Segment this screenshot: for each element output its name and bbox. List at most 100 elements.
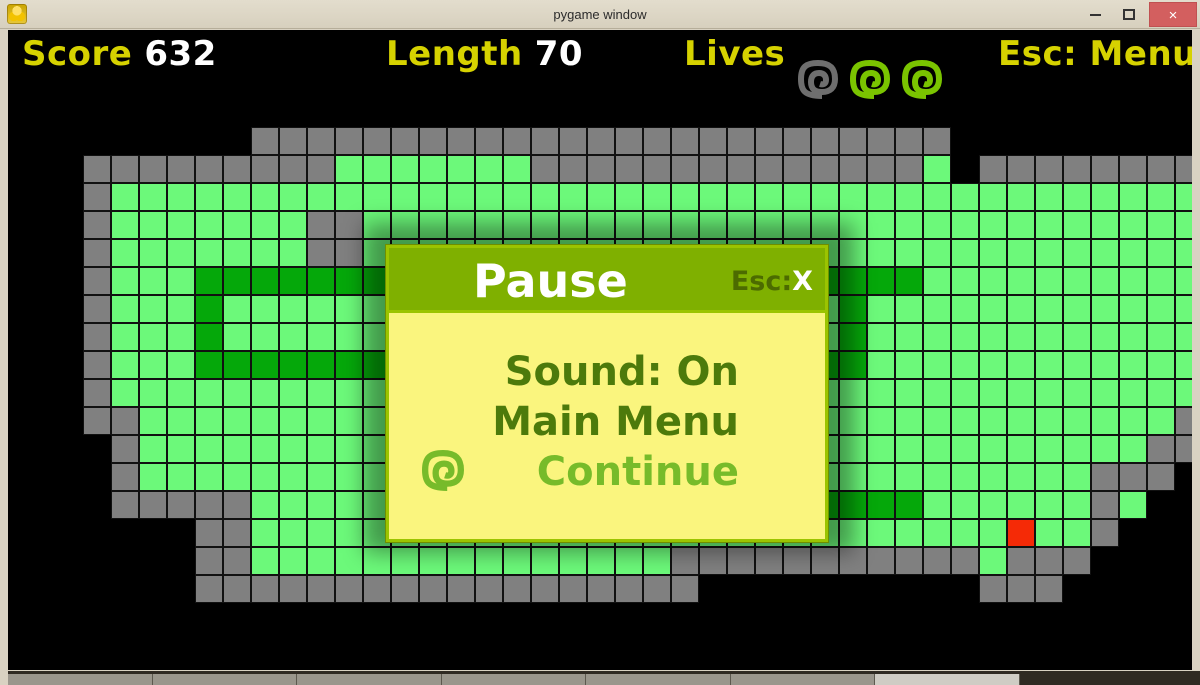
menu-item-continue[interactable]: Continue bbox=[537, 449, 739, 495]
grid-cell-floor bbox=[1091, 351, 1119, 379]
grid-cell-floor bbox=[251, 407, 279, 435]
grid-cell-floor bbox=[895, 463, 923, 491]
grid-cell-wall bbox=[307, 127, 335, 155]
grid-cell-floor bbox=[195, 211, 223, 239]
grid-cell-floor bbox=[1091, 211, 1119, 239]
grid-cell-snake bbox=[195, 267, 223, 295]
grid-cell-floor bbox=[923, 519, 951, 547]
grid-cell-wall bbox=[559, 155, 587, 183]
grid-cell-floor bbox=[1007, 463, 1035, 491]
grid-cell-floor bbox=[1007, 379, 1035, 407]
grid-cell-floor bbox=[279, 547, 307, 575]
grid-cell-floor bbox=[447, 155, 475, 183]
grid-cell-floor bbox=[923, 379, 951, 407]
grid-cell-floor bbox=[1035, 323, 1063, 351]
menu-item-main-menu[interactable]: Main Menu bbox=[492, 399, 739, 445]
taskbar-item[interactable] bbox=[586, 674, 731, 685]
grid-cell-floor bbox=[111, 267, 139, 295]
grid-cell-wall bbox=[671, 575, 699, 603]
grid-cell-floor bbox=[895, 435, 923, 463]
grid-cell-floor bbox=[1091, 183, 1119, 211]
grid-cell-floor bbox=[1007, 351, 1035, 379]
grid-cell-floor bbox=[335, 519, 363, 547]
grid-cell-floor bbox=[1091, 407, 1119, 435]
grid-cell-floor bbox=[1035, 491, 1063, 519]
grid-cell-floor bbox=[279, 407, 307, 435]
grid-cell-floor bbox=[1091, 267, 1119, 295]
grid-cell-floor bbox=[895, 407, 923, 435]
grid-cell-floor bbox=[867, 295, 895, 323]
grid-cell-floor bbox=[251, 463, 279, 491]
grid-cell-floor bbox=[307, 463, 335, 491]
grid-cell-floor bbox=[923, 491, 951, 519]
grid-cell-snake bbox=[279, 351, 307, 379]
grid-cell-wall bbox=[111, 463, 139, 491]
grid-cell-floor bbox=[951, 491, 979, 519]
grid-cell-floor bbox=[1091, 323, 1119, 351]
grid-cell-floor bbox=[1063, 183, 1091, 211]
taskbar-item[interactable] bbox=[730, 674, 876, 685]
menu-item-sound[interactable]: Sound: On bbox=[505, 349, 739, 395]
grid-cell-floor bbox=[979, 407, 1007, 435]
maximize-icon bbox=[1123, 9, 1135, 21]
grid-cell-wall bbox=[671, 127, 699, 155]
grid-cell-floor bbox=[867, 351, 895, 379]
taskbar-item[interactable] bbox=[152, 674, 298, 685]
grid-cell-floor bbox=[111, 183, 139, 211]
grid-cell-floor bbox=[279, 519, 307, 547]
grid-cell-wall bbox=[195, 519, 223, 547]
grid-cell-floor bbox=[923, 351, 951, 379]
grid-cell-floor bbox=[279, 463, 307, 491]
grid-cell-floor bbox=[223, 295, 251, 323]
grid-cell-floor bbox=[139, 379, 167, 407]
minimize-button[interactable] bbox=[1080, 2, 1110, 26]
grid-cell-floor bbox=[139, 295, 167, 323]
grid-cell-floor bbox=[195, 463, 223, 491]
grid-cell-floor bbox=[503, 155, 531, 183]
grid-cell-floor bbox=[811, 183, 839, 211]
grid-cell-floor bbox=[1119, 295, 1147, 323]
taskbar-item[interactable] bbox=[8, 674, 153, 685]
window-title: pygame window bbox=[553, 7, 647, 22]
grid-cell-floor bbox=[699, 183, 727, 211]
taskbar-item[interactable] bbox=[441, 674, 587, 685]
grid-cell-floor bbox=[1007, 183, 1035, 211]
grid-cell-snake bbox=[867, 491, 895, 519]
grid-cell-wall bbox=[755, 155, 783, 183]
grid-cell-floor bbox=[335, 295, 363, 323]
grid-cell-wall bbox=[83, 295, 111, 323]
grid-cell-floor bbox=[1035, 211, 1063, 239]
grid-cell-floor bbox=[279, 323, 307, 351]
grid-cell-wall bbox=[111, 491, 139, 519]
grid-cell-wall bbox=[335, 239, 363, 267]
grid-cell-floor bbox=[1007, 491, 1035, 519]
grid-cell-floor bbox=[167, 463, 195, 491]
grid-cell-floor bbox=[111, 295, 139, 323]
grid-cell-wall bbox=[979, 575, 1007, 603]
grid-cell-wall bbox=[307, 239, 335, 267]
grid-cell-floor bbox=[951, 239, 979, 267]
close-button[interactable]: × bbox=[1149, 2, 1197, 27]
maximize-button[interactable] bbox=[1114, 2, 1144, 26]
grid-cell-floor bbox=[895, 239, 923, 267]
grid-cell-wall bbox=[1147, 435, 1175, 463]
grid-cell-floor bbox=[1063, 435, 1091, 463]
grid-cell-floor bbox=[783, 183, 811, 211]
grid-cell-floor bbox=[223, 435, 251, 463]
grid-cell-wall bbox=[923, 547, 951, 575]
esc-key-label: Esc: bbox=[730, 266, 793, 297]
grid-cell-floor bbox=[335, 435, 363, 463]
grid-cell-floor bbox=[1035, 435, 1063, 463]
grid-cell-floor bbox=[1119, 239, 1147, 267]
taskbar-item[interactable] bbox=[297, 674, 442, 685]
grid-cell-floor bbox=[1063, 267, 1091, 295]
grid-cell-wall bbox=[83, 267, 111, 295]
grid-cell-snake bbox=[307, 267, 335, 295]
grid-cell-floor bbox=[979, 239, 1007, 267]
taskbar-item[interactable] bbox=[875, 674, 1021, 685]
grid-cell-floor bbox=[139, 351, 167, 379]
grid-cell-wall bbox=[167, 155, 195, 183]
grid-cell-floor bbox=[671, 183, 699, 211]
grid-cell-floor bbox=[307, 435, 335, 463]
grid-cell-floor bbox=[615, 183, 643, 211]
